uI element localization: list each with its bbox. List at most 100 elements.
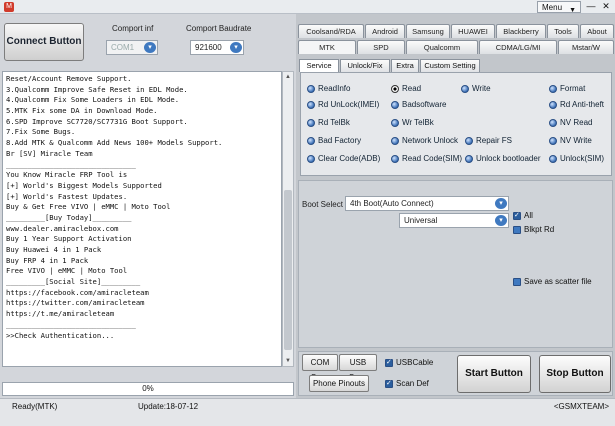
baudrate-label: Comport Baudrate — [186, 24, 252, 33]
usb-cable-checkbox[interactable]: USBCable — [385, 358, 433, 368]
option-badsoftware[interactable]: Badsoftware — [391, 99, 446, 111]
radio-icon — [549, 137, 557, 145]
tab-mtk[interactable]: MTK — [298, 40, 356, 54]
radio-icon — [391, 137, 399, 145]
radio-icon — [465, 137, 473, 145]
blkpt-rd-checkbox[interactable]: Blkpt Rd — [513, 225, 554, 235]
log-line: Br [SV] Miracle Team — [6, 148, 93, 158]
phone-pinouts-button[interactable]: Phone Pinouts — [309, 375, 369, 392]
boot-select[interactable]: 4th Boot(Auto Connect) ▾ — [345, 196, 509, 211]
option-nv-write[interactable]: NV Write — [549, 135, 592, 147]
radio-icon — [307, 101, 315, 109]
close-button[interactable]: ✕ — [599, 0, 613, 13]
log-line: >>Check Authentication... — [6, 330, 115, 340]
usb-scan-button[interactable]: USB Scan — [339, 354, 377, 382]
scroll-up-icon[interactable]: ▲ — [283, 72, 293, 82]
subtab-extra[interactable]: Extra — [391, 59, 419, 72]
all-checkbox[interactable]: All — [513, 211, 533, 221]
minimize-button[interactable]: — — [584, 0, 598, 13]
checkbox-icon — [513, 278, 521, 286]
boot-settings-panel: Boot Select 4th Boot(Auto Connect) ▾ Uni… — [298, 180, 613, 348]
option-write[interactable]: Write — [461, 83, 491, 95]
option-unlock-sim[interactable]: Unlock(SIM) — [549, 153, 604, 165]
radio-icon — [307, 137, 315, 145]
log-line: ______________________________ — [6, 319, 136, 329]
option-nv-read[interactable]: NV Read — [549, 117, 592, 129]
log-line: Buy & Get Free VIVO | eMMC | Moto Tool — [6, 202, 171, 212]
option-format[interactable]: Format — [549, 83, 585, 95]
log-line: [+] World's Biggest Models Supported — [6, 180, 162, 190]
log-line: https://t.me/amiracleteam — [6, 309, 115, 319]
status-ready: Ready(MTK) — [12, 402, 58, 411]
tab-android[interactable]: Android — [365, 24, 405, 38]
log-line: You Know Miracle FRP Tool is — [6, 170, 128, 180]
log-line: ______________________________ — [6, 159, 136, 169]
scroll-thumb[interactable] — [284, 190, 292, 350]
service-options: ReadInfo Read Write Format Rd UnLock(IME… — [300, 72, 612, 176]
baudrate-value: 921600 — [195, 43, 222, 52]
scroll-down-icon[interactable]: ▼ — [283, 356, 293, 366]
option-unlock-bootloader[interactable]: Unlock bootloader — [465, 153, 540, 165]
log-line: https://facebook.com/amiracleteam — [6, 287, 149, 297]
log-line: www.dealer.amiraclebox.com — [6, 223, 119, 233]
status-bar: Ready(MTK) Update:18-07-12 <GSMXTEAM> — [0, 398, 615, 426]
option-rd-telbk[interactable]: Rd TelBk — [307, 117, 350, 129]
checkbox-icon — [513, 226, 521, 234]
log-line: 8.Add MTK & Qualcomm Add News 100+ Model… — [6, 138, 223, 148]
baudrate-select[interactable]: 921600 ▾ — [190, 40, 244, 55]
progress-text: 0% — [142, 384, 154, 393]
scan-def-checkbox[interactable]: Scan Def — [385, 379, 429, 389]
save-scatter-checkbox[interactable]: Save as scatter file — [513, 277, 592, 287]
log-line: https://twitter.com/amiracleteam — [6, 298, 145, 308]
tab-blackberry[interactable]: Blackberry — [496, 24, 546, 38]
option-network-unlock[interactable]: Network Unlock — [391, 135, 458, 147]
log-scrollbar[interactable]: ▲ ▼ — [282, 71, 294, 367]
subtab-unlock-fix[interactable]: Unlock/Fix — [340, 59, 390, 72]
option-repair-fs[interactable]: Repair FS — [465, 135, 512, 147]
connect-button[interactable]: Connect Button — [4, 23, 84, 61]
comport-select[interactable]: COM1 ▾ — [106, 40, 158, 55]
title-bar: M Menu ▼ — ✕ — [0, 0, 615, 14]
tab-tools[interactable]: Tools — [547, 24, 579, 38]
tab-cdma-lg-mi[interactable]: CDMA/LG/MI — [479, 40, 557, 54]
radio-icon — [307, 119, 315, 127]
log-line: Buy FRP 4 in 1 Pack — [6, 255, 89, 265]
tab-about[interactable]: About — [580, 24, 614, 38]
radio-icon — [391, 155, 399, 163]
option-rd-unlock-imei[interactable]: Rd UnLock(IMEI) — [307, 99, 379, 111]
mode-select[interactable]: Universal ▾ — [399, 213, 509, 228]
radio-icon — [307, 155, 315, 163]
radio-icon — [465, 155, 473, 163]
radio-icon — [307, 85, 315, 93]
option-read[interactable]: Read — [391, 83, 421, 95]
start-button[interactable]: Start Button — [457, 355, 531, 393]
log-line: [+] World's Fastest Updates. — [6, 191, 128, 201]
option-bad-factory[interactable]: Bad Factory — [307, 135, 361, 147]
radio-icon — [549, 85, 557, 93]
log-line: Buy 1 Year Support Activation — [6, 234, 132, 244]
subtab-custom-setting[interactable]: Custom Setting — [420, 59, 480, 72]
log-line: Reset/Account Remove Support. — [6, 74, 132, 83]
com-scan-button[interactable]: COM Scan — [302, 354, 338, 382]
option-read-code-sim[interactable]: Read Code(SIM) — [391, 153, 462, 165]
action-bar: COM Scan USB Scan USBCable Phone Pinouts… — [298, 351, 613, 396]
boot-select-value: 4th Boot(Auto Connect) — [350, 199, 434, 208]
tab-spd[interactable]: SPD — [357, 40, 405, 54]
option-clear-code-adb[interactable]: Clear Code(ADB) — [307, 153, 380, 165]
left-panel: Connect Button Comport inf COM1 ▾ Compor… — [0, 14, 296, 398]
subtab-service[interactable]: Service — [299, 59, 339, 72]
option-rd-anti-theft[interactable]: Rd Anti-theft — [549, 99, 604, 111]
option-readinfo[interactable]: ReadInfo — [307, 83, 350, 95]
tab-qualcomm[interactable]: Qualcomm — [406, 40, 478, 54]
log-line: Free VIVO | eMMC | Moto Tool — [6, 266, 128, 276]
tab-coolsand-rda[interactable]: Coolsand/RDA — [298, 24, 364, 38]
tab-mstar[interactable]: Mstar/W — [558, 40, 614, 54]
stop-button[interactable]: Stop Button — [539, 355, 611, 393]
log-output[interactable]: Reset/Account Remove Support. 3.Qualcomm… — [2, 71, 282, 367]
option-wr-telbk[interactable]: Wr TelBk — [391, 117, 434, 129]
menu-dropdown[interactable]: Menu ▼ — [537, 1, 581, 14]
tab-huawei[interactable]: HUAWEI — [451, 24, 495, 38]
checkbox-icon — [385, 358, 393, 368]
tab-samsung[interactable]: Samsung — [406, 24, 450, 38]
log-line: 7.Fix Some Bugs. — [6, 127, 76, 137]
